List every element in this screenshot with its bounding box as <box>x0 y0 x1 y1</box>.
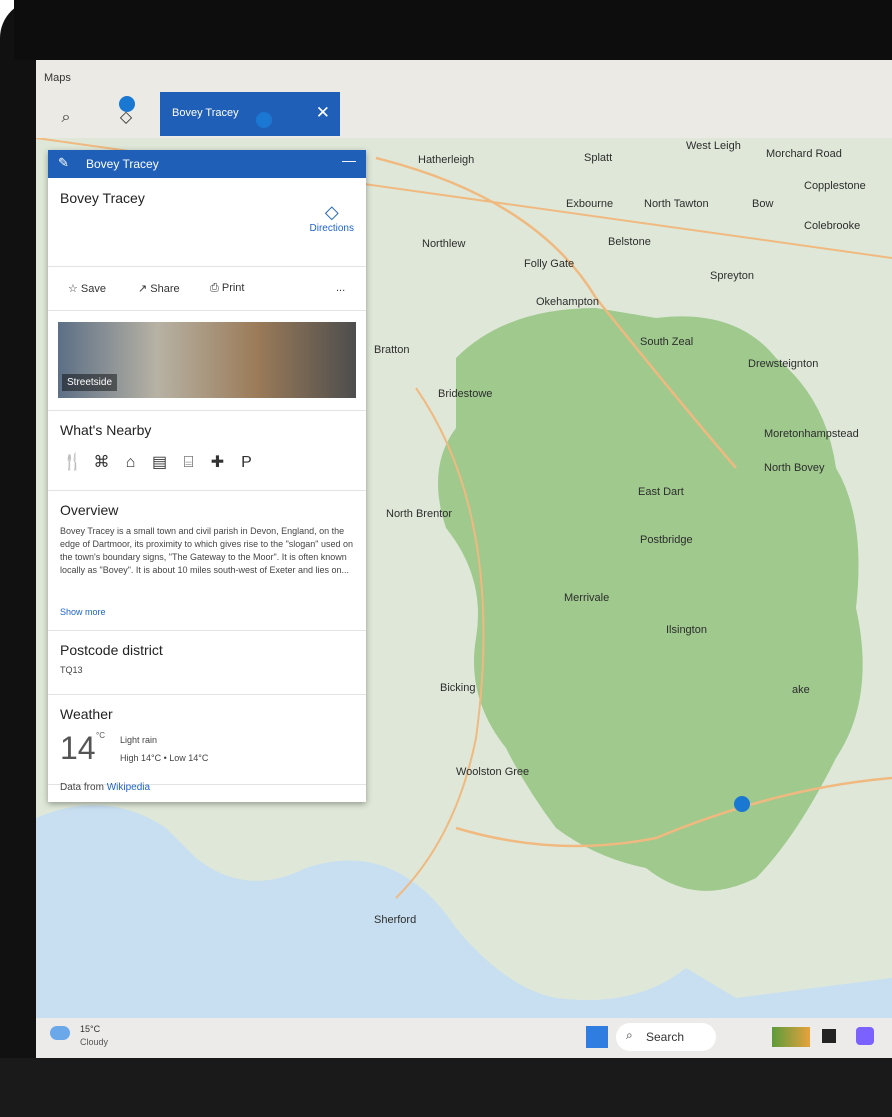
data-attribution: Data from Wikipedia <box>60 782 150 793</box>
map-label: East Dart <box>638 486 684 498</box>
task-view-icon[interactable] <box>822 1029 836 1043</box>
laptop-bottom-bezel <box>0 1058 892 1117</box>
wikipedia-link[interactable]: Wikipedia <box>107 782 150 793</box>
screen: Maps ⌕ ◇ Bovey Tracey ✕ Hatherleigh Spla… <box>36 60 892 1058</box>
map-label: Woolston Gree <box>456 766 530 778</box>
restaurant-icon[interactable]: 🍴 <box>58 452 87 472</box>
chat-icon[interactable] <box>856 1027 874 1045</box>
data-from-label: Data from <box>60 782 104 793</box>
map-label: Bicking <box>440 682 476 694</box>
pencil-icon[interactable]: ✎ <box>58 155 69 171</box>
save-button[interactable]: ☆ Save <box>68 282 106 295</box>
parking-icon[interactable]: P <box>232 454 261 472</box>
action-bar: ☆ Save ↗ Share ⎙ Print ... <box>48 266 366 311</box>
taskbar: 15°C Cloudy ⌕ Search <box>36 1018 892 1058</box>
more-button[interactable]: ... <box>336 282 345 294</box>
binoculars-icon[interactable]: ⌘ <box>87 452 116 472</box>
widgets-icon[interactable] <box>772 1027 810 1047</box>
map-label: Northlew <box>422 238 466 250</box>
weather-temp: 14 <box>60 730 96 766</box>
map-label: Hatherleigh <box>418 154 475 166</box>
place-name: Bovey Tracey <box>60 190 145 206</box>
weather-section: Weather 14 °C Light rain High 14°C • Low… <box>48 694 366 785</box>
search-box[interactable]: Bovey Tracey ✕ <box>160 92 340 136</box>
nearby-icons: 🍴 ⌘ ⌂ ▤ ⌸ ✚ P <box>58 452 261 472</box>
overview-section: Overview Bovey Tracey is a small town an… <box>48 490 366 631</box>
map-label: Belstone <box>608 236 651 248</box>
close-icon[interactable]: ✕ <box>316 103 330 123</box>
callout-marker <box>119 96 135 112</box>
map-label: Copplestone <box>804 180 866 192</box>
nearby-section: What's Nearby 🍴 ⌘ ⌂ ▤ ⌸ ✚ P <box>48 410 366 491</box>
streetside-label: Streetside <box>62 374 118 391</box>
map-label: Merrivale <box>564 592 610 604</box>
weather-desc: Light rain <box>120 735 158 745</box>
map-label: North Tawton <box>644 198 709 210</box>
map-label: Moretonhampstead <box>764 428 859 440</box>
callout-marker <box>734 796 750 812</box>
search-icon[interactable]: ⌕ <box>54 106 78 130</box>
map-label: West Leigh <box>686 140 741 152</box>
callout-marker <box>256 112 272 128</box>
museum-icon[interactable]: ⌸ <box>174 454 203 472</box>
map-label: North Bovey <box>764 462 825 474</box>
taskbar-condition: Cloudy <box>80 1037 109 1047</box>
map-label: Spreyton <box>710 270 755 282</box>
taskbar-search-label: Search <box>646 1030 685 1044</box>
taskbar-temp: 15°C <box>80 1024 101 1034</box>
windows-start-icon[interactable] <box>586 1026 608 1048</box>
directions-button[interactable]: ◇ Directions <box>310 202 354 234</box>
cloud-icon <box>50 1026 70 1040</box>
map-label: Splatt <box>584 152 613 164</box>
save-label: Save <box>80 283 106 295</box>
map-label: North Brentor <box>386 508 453 520</box>
panel-header-title: Bovey Tracey <box>86 157 159 171</box>
share-button[interactable]: ↗ Share <box>138 282 180 295</box>
place-panel: ✎ Bovey Tracey — Bovey Tracey ◇ Directio… <box>48 150 366 802</box>
map-label: Drewsteignton <box>748 358 819 370</box>
postcode-title: Postcode district <box>60 642 163 658</box>
postcode-section: Postcode district TQ13 <box>48 630 366 695</box>
overview-text: Bovey Tracey is a small town and civil p… <box>60 526 354 575</box>
overview-title: Overview <box>60 502 119 518</box>
panel-header: ✎ Bovey Tracey — <box>48 150 366 178</box>
map-label: Exbourne <box>566 198 614 210</box>
shopping-bag-icon[interactable]: ⌂ <box>116 454 145 472</box>
print-button[interactable]: ⎙ Print <box>210 282 244 295</box>
map-label: Bow <box>752 198 774 210</box>
bezel-top <box>14 0 892 60</box>
map-label: South Zeal <box>640 336 694 348</box>
map-label: Okehampton <box>536 296 599 308</box>
map-label: Bratton <box>374 344 410 356</box>
map-label: Postbridge <box>640 534 693 546</box>
map-label: ake <box>792 684 810 696</box>
map-label: Morchard Road <box>766 148 842 160</box>
weather-title: Weather <box>60 706 113 722</box>
place-summary: Bovey Tracey ◇ Directions <box>48 178 366 267</box>
map-label: Bridestowe <box>438 388 493 400</box>
map-label: Colebrooke <box>804 220 861 232</box>
search-value: Bovey Tracey <box>172 107 239 119</box>
search-icon: ⌕ <box>626 1028 633 1042</box>
hospital-icon[interactable]: ✚ <box>203 452 232 472</box>
directions-label: Directions <box>309 223 354 234</box>
map-label: Ilsington <box>666 624 707 636</box>
weather-unit: °C <box>96 731 105 740</box>
minimize-icon[interactable]: — <box>342 152 356 168</box>
map-label: Folly Gate <box>524 258 575 270</box>
show-more-link[interactable]: Show more <box>60 606 106 619</box>
hotel-icon[interactable]: ▤ <box>145 452 174 472</box>
map-label: Sherford <box>374 914 417 926</box>
taskbar-search[interactable]: ⌕ Search <box>616 1023 716 1051</box>
app-title: Maps <box>44 72 71 84</box>
share-label: Share <box>150 283 180 295</box>
streetside-section: Streetside <box>48 310 366 411</box>
postcode-value: TQ13 <box>60 665 83 675</box>
print-label: Print <box>221 282 245 294</box>
nearby-title: What's Nearby <box>60 422 152 438</box>
directions-icon: ◇ <box>324 202 339 222</box>
weather-hilo: High 14°C • Low 14°C <box>120 753 209 763</box>
